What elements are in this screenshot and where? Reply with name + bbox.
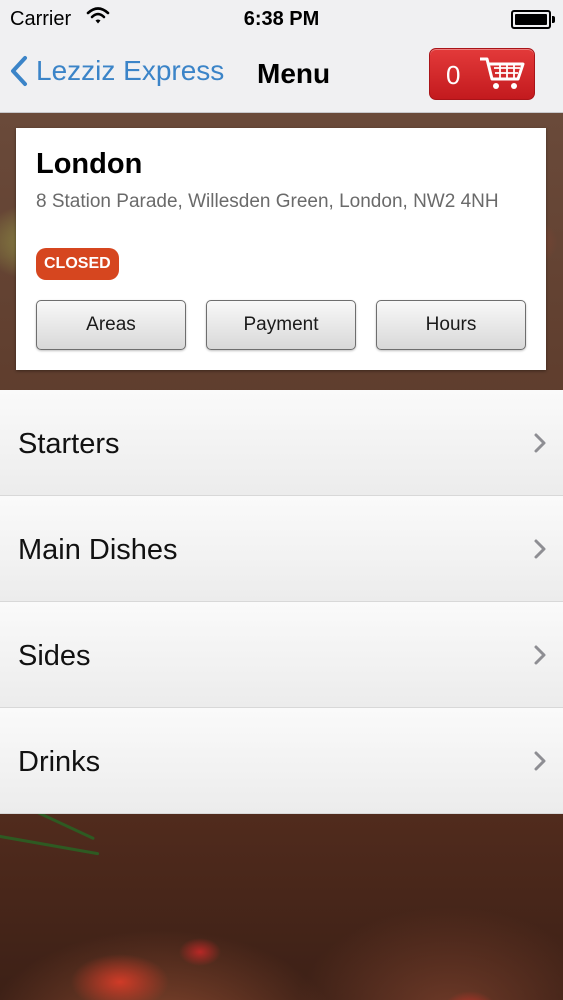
store-city: London: [36, 148, 143, 180]
clock: 6:38 PM: [243, 8, 320, 30]
cart-count: 0: [446, 60, 461, 90]
menu-item-sides[interactable]: Sides: [0, 602, 563, 708]
menu-item-label: Sides: [18, 640, 91, 672]
menu-category-list: Starters Main Dishes Sides Drinks: [0, 390, 563, 814]
menu-item-starters[interactable]: Starters: [0, 390, 563, 496]
menu-item-drinks[interactable]: Drinks: [0, 708, 563, 814]
status-bar: Carrier 6:38 PM: [0, 0, 563, 38]
menu-item-main-dishes[interactable]: Main Dishes: [0, 496, 563, 602]
chevron-right-icon: [534, 433, 546, 453]
areas-button[interactable]: Areas: [36, 300, 186, 350]
cart-button[interactable]: 0: [429, 48, 535, 100]
chevron-right-icon: [534, 539, 546, 559]
store-address: 8 Station Parade, Willesden Green, Londo…: [36, 191, 499, 212]
menu-item-label: Starters: [18, 428, 120, 460]
status-badge: CLOSED: [36, 248, 119, 280]
back-button[interactable]: Lezziz Express: [10, 55, 224, 87]
chevron-right-icon: [534, 751, 546, 771]
menu-item-label: Main Dishes: [18, 534, 178, 566]
payment-button[interactable]: Payment: [206, 300, 356, 350]
hours-button[interactable]: Hours: [376, 300, 526, 350]
cart-icon: [480, 57, 525, 89]
page-title: Menu: [257, 58, 331, 89]
menu-item-label: Drinks: [18, 746, 101, 778]
store-info-card: London 8 Station Parade, Willesden Green…: [16, 128, 546, 370]
chevron-right-icon: [534, 645, 546, 665]
battery-icon: [511, 10, 555, 29]
back-label: Lezziz Express: [36, 55, 225, 86]
navigation-bar: Lezziz Express Menu 0: [0, 38, 563, 113]
back-chevron-icon: [11, 56, 27, 86]
